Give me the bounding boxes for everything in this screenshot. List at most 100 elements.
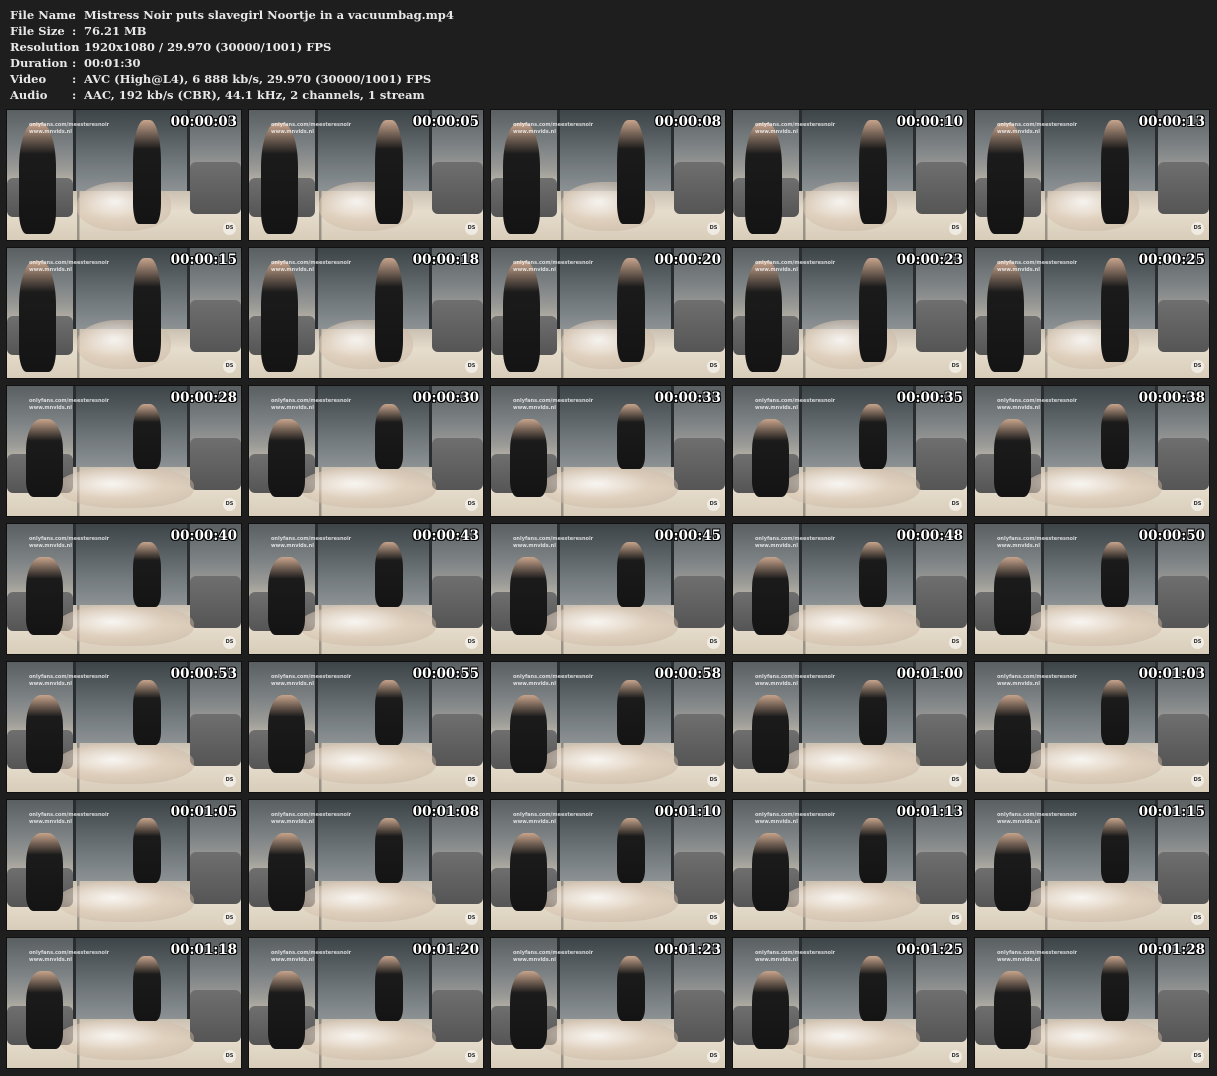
person-figure: [986, 261, 1025, 372]
watermark-line: www.mnvids.nl: [997, 267, 1040, 273]
thumbnail-timestamp: 00:00:10: [896, 114, 963, 130]
armchair: [673, 990, 725, 1042]
watermark: onlyfans.com/meesteresnoir www.mnvids.nl: [29, 674, 109, 688]
person-figure: [267, 556, 306, 635]
armchair: [915, 438, 967, 490]
watermark-line: www.mnvids.nl: [271, 129, 314, 135]
video-thumbnail: onlyfans.com/meesteresnoir www.mnvids.nl 0…: [490, 109, 726, 241]
watermark: onlyfans.com/meesteresnoir www.mnvids.nl: [997, 950, 1077, 964]
watermark-line: onlyfans.com/meesteresnoir: [513, 812, 594, 818]
person-figure: [260, 261, 299, 372]
watermark-line: www.mnvids.nl: [271, 957, 314, 963]
watermark: onlyfans.com/meesteresnoir www.mnvids.nl: [271, 122, 351, 136]
watermark-line: onlyfans.com/meesteresnoir: [271, 812, 352, 818]
armchair: [673, 438, 725, 490]
watermark-line: onlyfans.com/meesteresnoir: [29, 398, 110, 404]
person-figure: [133, 818, 162, 884]
person-figure: [25, 832, 64, 911]
watermark: onlyfans.com/meesteresnoir www.mnvids.nl: [997, 812, 1077, 826]
video-thumbnail: onlyfans.com/meesteresnoir www.mnvids.nl 0…: [974, 385, 1210, 517]
vacuum-bag: [784, 880, 921, 923]
vacuum-bag: [58, 742, 195, 785]
studio-logo-icon: DS: [707, 222, 720, 235]
person-figure: [375, 542, 404, 608]
armchair: [915, 714, 967, 766]
watermark-line: onlyfans.com/meesteresnoir: [271, 674, 352, 680]
person-figure: [260, 123, 299, 234]
person-figure: [617, 956, 646, 1022]
vacuum-bag: [300, 742, 437, 785]
armchair: [431, 438, 483, 490]
thumbnail-timestamp: 00:01:10: [654, 804, 721, 820]
video-thumbnail: onlyfans.com/meesteresnoir www.mnvids.nl 0…: [248, 247, 484, 379]
studio-logo-icon: DS: [949, 360, 962, 373]
person-figure: [1101, 818, 1130, 884]
watermark-line: onlyfans.com/meesteresnoir: [997, 950, 1078, 956]
person-figure: [617, 542, 646, 608]
watermark-line: onlyfans.com/meesteresnoir: [755, 122, 836, 128]
thumbnail-timestamp: 00:00:20: [654, 252, 721, 268]
watermark-line: www.mnvids.nl: [513, 957, 556, 963]
info-separator: :: [72, 56, 77, 70]
watermark: onlyfans.com/meesteresnoir www.mnvids.nl: [513, 536, 593, 550]
video-thumbnail: onlyfans.com/meesteresnoir www.mnvids.nl 0…: [974, 937, 1210, 1069]
person-figure: [993, 418, 1032, 497]
studio-logo-icon: DS: [223, 360, 236, 373]
video-thumbnail: onlyfans.com/meesteresnoir www.mnvids.nl 0…: [974, 661, 1210, 793]
thumbnail-timestamp: 00:01:03: [1138, 666, 1205, 682]
thumbnail-timestamp: 00:01:15: [1138, 804, 1205, 820]
watermark: onlyfans.com/meesteresnoir www.mnvids.nl: [271, 674, 351, 688]
studio-logo-icon: DS: [707, 774, 720, 787]
info-key: Duration: [10, 56, 68, 70]
info-row-audio: Audio : AAC, 192 kb/s (CBR), 44.1 kHz, 2…: [10, 87, 454, 103]
person-figure: [502, 123, 541, 234]
thumbnail-timestamp: 00:01:05: [170, 804, 237, 820]
watermark-line: www.mnvids.nl: [29, 405, 72, 411]
studio-logo-icon: DS: [465, 360, 478, 373]
studio-logo-icon: DS: [1191, 360, 1204, 373]
thumbnail-timestamp: 00:00:38: [1138, 390, 1205, 406]
watermark-line: onlyfans.com/meesteresnoir: [271, 536, 352, 542]
studio-logo-icon: DS: [949, 1050, 962, 1063]
watermark: onlyfans.com/meesteresnoir www.mnvids.nl: [271, 260, 351, 274]
studio-logo-icon: DS: [707, 360, 720, 373]
person-figure: [133, 404, 162, 470]
person-figure: [509, 556, 548, 635]
armchair: [673, 162, 725, 214]
armchair: [431, 852, 483, 904]
armchair: [431, 714, 483, 766]
info-row-file-name: File Name : Mistress Noir puts slavegirl…: [10, 7, 454, 23]
person-figure: [25, 418, 64, 497]
thumbnail-timestamp: 00:00:18: [412, 252, 479, 268]
watermark: onlyfans.com/meesteresnoir www.mnvids.nl: [755, 674, 835, 688]
watermark-line: onlyfans.com/meesteresnoir: [997, 536, 1078, 542]
video-thumbnail: onlyfans.com/meesteresnoir www.mnvids.nl 0…: [6, 109, 242, 241]
person-figure: [133, 120, 162, 225]
video-thumbnail: onlyfans.com/meesteresnoir www.mnvids.nl 0…: [248, 661, 484, 793]
info-key: Video: [10, 72, 47, 86]
studio-logo-icon: DS: [1191, 912, 1204, 925]
video-thumbnail: onlyfans.com/meesteresnoir www.mnvids.nl 0…: [974, 799, 1210, 931]
watermark: onlyfans.com/meesteresnoir www.mnvids.nl: [29, 536, 109, 550]
watermark: onlyfans.com/meesteresnoir www.mnvids.nl: [29, 812, 109, 826]
video-thumbnail: onlyfans.com/meesteresnoir www.mnvids.nl 0…: [6, 661, 242, 793]
thumbnail-timestamp: 00:00:13: [1138, 114, 1205, 130]
person-figure: [993, 694, 1032, 773]
watermark: onlyfans.com/meesteresnoir www.mnvids.nl: [997, 674, 1077, 688]
studio-logo-icon: DS: [949, 498, 962, 511]
person-figure: [751, 556, 790, 635]
watermark: onlyfans.com/meesteresnoir www.mnvids.nl: [29, 398, 109, 412]
person-figure: [502, 261, 541, 372]
armchair: [189, 852, 241, 904]
thumbnail-timestamp: 00:01:20: [412, 942, 479, 958]
vacuum-bag: [58, 466, 195, 509]
person-figure: [1101, 404, 1130, 470]
thumbnail-timestamp: 00:00:50: [1138, 528, 1205, 544]
info-key: Resolution: [10, 40, 80, 54]
armchair: [673, 300, 725, 352]
person-figure: [1101, 120, 1130, 225]
person-figure: [375, 404, 404, 470]
thumbnail-timestamp: 00:00:53: [170, 666, 237, 682]
person-figure: [133, 680, 162, 746]
video-thumbnail: onlyfans.com/meesteresnoir www.mnvids.nl 0…: [732, 661, 968, 793]
